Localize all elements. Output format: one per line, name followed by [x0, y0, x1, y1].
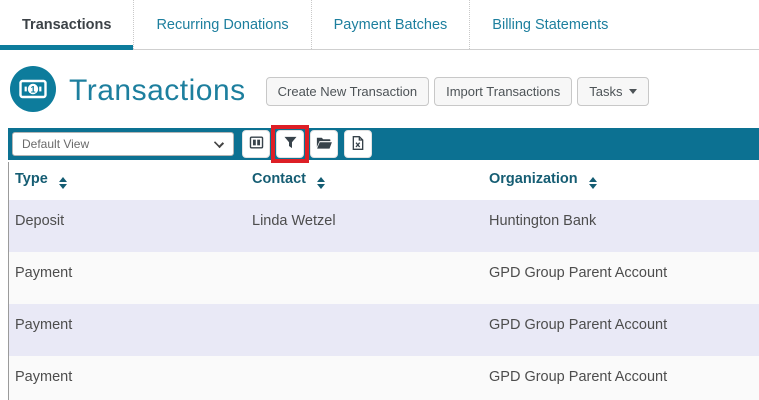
transactions-table: Type Contact Organization Deposit Linda … [9, 162, 759, 400]
tab-payment-batches[interactable]: Payment Batches [310, 0, 470, 49]
view-select[interactable]: Default View [12, 132, 234, 156]
sort-icon[interactable] [588, 177, 597, 189]
column-label: Contact [252, 171, 306, 187]
import-transactions-button[interactable]: Import Transactions [434, 76, 573, 106]
column-header-type[interactable]: Type [9, 162, 246, 200]
transactions-panel: Default View Type Contact Organization D… [8, 125, 759, 400]
chevron-down-icon [213, 137, 225, 149]
export-excel-button[interactable] [344, 130, 372, 158]
cell-contact [246, 304, 483, 356]
cell-contact [246, 356, 483, 400]
column-header-organization[interactable]: Organization [483, 162, 759, 200]
cell-contact: Linda Wetzel [252, 213, 336, 229]
cell-type: Payment [15, 265, 73, 281]
cell-organization: GPD Group Parent Account [489, 369, 668, 385]
table-row[interactable]: Payment GPD Group Parent Account [9, 356, 759, 400]
table-row[interactable]: Payment GPD Group Parent Account [9, 304, 759, 356]
tab-label: Payment Batches [333, 16, 448, 33]
table-header-row: Type Contact Organization [9, 162, 759, 200]
tab-label: Recurring Donations [156, 16, 289, 33]
columns-button[interactable] [242, 130, 270, 158]
page-header: 1 Transactions Create New Transaction Im… [0, 50, 759, 128]
svg-text:1: 1 [30, 84, 35, 94]
sort-icon[interactable] [317, 177, 326, 189]
sort-icon[interactable] [58, 177, 67, 189]
page-title: Transactions [69, 74, 246, 107]
tab-label: Billing Statements [492, 16, 609, 33]
tab-recurring-donations[interactable]: Recurring Donations [133, 0, 310, 49]
folder-open-icon [315, 134, 333, 155]
filter-button[interactable] [276, 130, 304, 158]
column-label: Type [15, 171, 48, 187]
tab-bar: Transactions Recurring Donations Payment… [0, 0, 759, 50]
money-bill-icon: 1 [10, 65, 56, 117]
list-toolbar: Default View [8, 125, 759, 163]
view-select-value: Default View [22, 137, 90, 151]
column-header-contact[interactable]: Contact [246, 162, 483, 200]
excel-export-icon [350, 135, 366, 154]
cell-organization: GPD Group Parent Account [489, 317, 668, 333]
tasks-label: Tasks [589, 83, 623, 99]
table-row[interactable]: Deposit Linda Wetzel Huntington Bank [9, 200, 759, 252]
tasks-dropdown-button[interactable]: Tasks [577, 76, 650, 106]
cell-type: Payment [15, 317, 73, 333]
create-new-transaction-button[interactable]: Create New Transaction [265, 76, 430, 106]
header-actions: Create New Transaction Import Transactio… [265, 76, 650, 106]
cell-type: Payment [15, 369, 73, 385]
cell-organization: GPD Group Parent Account [489, 265, 668, 281]
open-view-button[interactable] [310, 130, 338, 158]
filter-icon [282, 134, 299, 154]
columns-icon [248, 134, 265, 154]
tab-transactions[interactable]: Transactions [0, 0, 134, 50]
tab-label: Transactions [22, 16, 112, 33]
cell-contact [246, 252, 483, 304]
tab-billing-statements[interactable]: Billing Statements [469, 0, 630, 49]
cell-type: Deposit [15, 213, 65, 229]
transactions-table-container: Type Contact Organization Deposit Linda … [8, 162, 759, 400]
table-row[interactable]: Payment GPD Group Parent Account [9, 252, 759, 304]
column-label: Organization [489, 171, 578, 187]
cell-organization: Huntington Bank [489, 213, 597, 229]
caret-down-icon [629, 88, 638, 94]
